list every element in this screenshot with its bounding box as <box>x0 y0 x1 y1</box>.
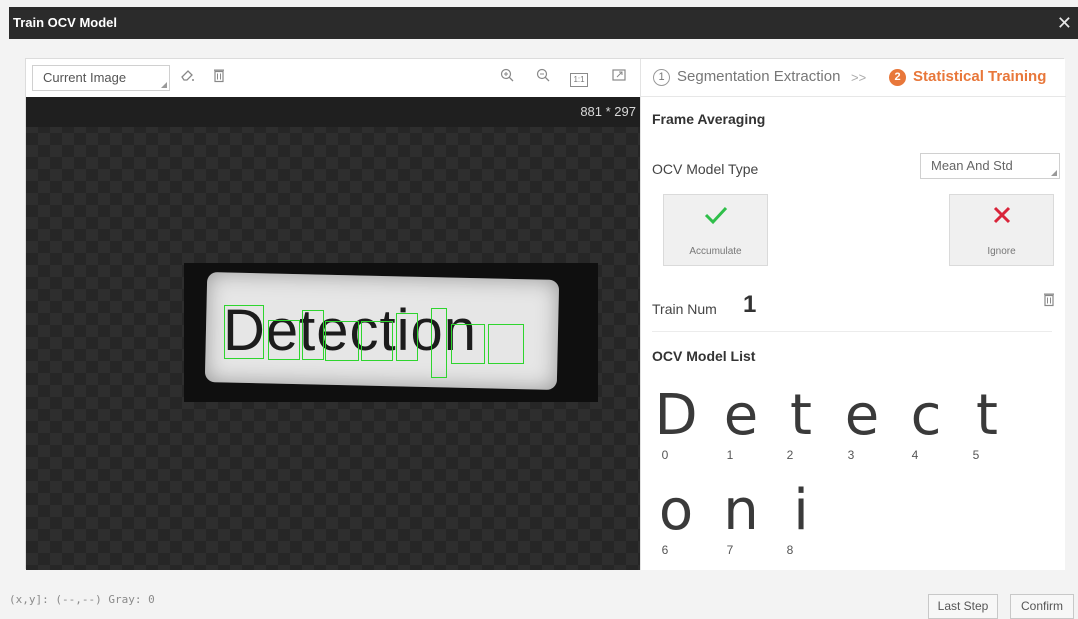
last-step-button[interactable]: Last Step <box>928 594 998 619</box>
cross-icon <box>950 203 1053 232</box>
section-divider <box>652 331 1052 332</box>
ignore-button[interactable]: Ignore <box>949 194 1054 266</box>
inspection-image: Detection <box>184 263 598 402</box>
glyph-index: 3 <box>847 448 855 462</box>
glyph-image: o <box>658 478 694 543</box>
char-box <box>451 324 485 364</box>
glyph-index: 6 <box>661 543 669 557</box>
glyph-image: e <box>844 383 880 448</box>
zoom-in-icon[interactable] <box>497 67 517 87</box>
dialog-title: Train OCV Model <box>13 15 118 30</box>
glyph-image: D <box>654 383 698 448</box>
image-dimensions: 881 * 297 <box>580 104 636 119</box>
model-glyph-1[interactable]: e 1 <box>718 383 764 463</box>
glyph-index: 4 <box>911 448 919 462</box>
glyph-image: t <box>790 383 812 448</box>
model-glyph-4[interactable]: c 4 <box>903 383 949 463</box>
trash-icon[interactable] <box>209 67 229 87</box>
train-num-value: 1 <box>743 291 757 318</box>
actual-size-text: 1:1 <box>570 73 588 87</box>
glyph-image: i <box>793 478 809 543</box>
char-box <box>325 321 359 361</box>
frame-averaging-title: Frame Averaging <box>652 111 766 127</box>
title-bar: Train OCV Model ✕ <box>9 7 1078 39</box>
model-glyph-5[interactable]: t 5 <box>964 383 1010 463</box>
dropdown-corner-icon <box>1051 170 1057 176</box>
char-box <box>224 305 264 359</box>
image-source-select[interactable]: Current Image <box>32 65 170 91</box>
train-num-label: Train Num <box>652 301 717 317</box>
image-source-value: Current Image <box>43 70 127 85</box>
model-list-title: OCV Model List <box>652 348 756 364</box>
glyph-image: t <box>976 383 998 448</box>
char-box <box>431 308 447 378</box>
model-glyph-3[interactable]: e 3 <box>839 383 885 463</box>
model-glyph-2[interactable]: t 2 <box>778 383 824 463</box>
step-1-number: 1 <box>653 69 670 86</box>
dropdown-corner-icon <box>161 82 167 88</box>
step-2-label[interactable]: Statistical Training <box>913 68 1046 85</box>
image-toolbar: Current Image 1:1 <box>26 59 640 97</box>
content-area: Current Image 1:1 881 * 297 Detection 1 … <box>25 58 1066 570</box>
model-type-select[interactable]: Mean And Std <box>920 153 1060 179</box>
ignore-label: Ignore <box>987 246 1016 257</box>
canvas-info-strip <box>26 97 640 127</box>
glyph-index: 7 <box>726 543 734 557</box>
glyph-index: 8 <box>786 543 794 557</box>
step-separator: >> <box>851 70 867 85</box>
training-panel: 1 Segmentation Extraction >> 2 Statistic… <box>640 59 1066 570</box>
char-box <box>361 321 393 361</box>
model-glyph-6[interactable]: o 6 <box>653 478 699 558</box>
model-glyph-0[interactable]: D 0 <box>653 383 699 463</box>
char-box <box>268 320 300 360</box>
train-ocv-dialog: Train OCV Model ✕ Current Image 1:1 881 … <box>0 0 1078 619</box>
char-box <box>488 324 524 364</box>
clear-train-icon[interactable] <box>1039 291 1059 311</box>
model-glyph-8[interactable]: i 8 <box>778 478 824 558</box>
model-glyph-7[interactable]: n 7 <box>718 478 764 558</box>
char-box <box>396 313 418 361</box>
accumulate-label: Accumulate <box>689 246 742 257</box>
glyph-index: 5 <box>972 448 980 462</box>
confirm-button[interactable]: Confirm <box>1010 594 1074 619</box>
check-icon <box>664 203 767 232</box>
zoom-out-icon[interactable] <box>533 67 553 87</box>
status-readout: (x,y]: (--,--) Gray: 0 <box>9 593 155 606</box>
step-indicator: 1 Segmentation Extraction >> 2 Statistic… <box>641 59 1066 97</box>
glyph-image: c <box>910 383 942 448</box>
glyph-index: 2 <box>786 448 794 462</box>
accumulate-button[interactable]: Accumulate <box>663 194 768 266</box>
glyph-image: e <box>723 383 759 448</box>
model-type-label: OCV Model Type <box>652 161 759 177</box>
eraser-icon[interactable] <box>177 67 197 87</box>
step-2-number: 2 <box>889 69 906 86</box>
image-canvas[interactable]: 881 * 297 Detection <box>26 97 640 570</box>
fit-window-icon[interactable] <box>609 67 629 87</box>
actual-size-icon[interactable]: 1:1 <box>568 67 590 87</box>
char-box <box>302 310 324 360</box>
close-icon[interactable]: ✕ <box>1057 7 1072 39</box>
step-1-label[interactable]: Segmentation Extraction <box>677 68 840 85</box>
model-type-value: Mean And Std <box>931 158 1013 173</box>
glyph-image: n <box>723 478 759 543</box>
glyph-index: 1 <box>726 448 734 462</box>
glyph-index: 0 <box>661 448 669 462</box>
